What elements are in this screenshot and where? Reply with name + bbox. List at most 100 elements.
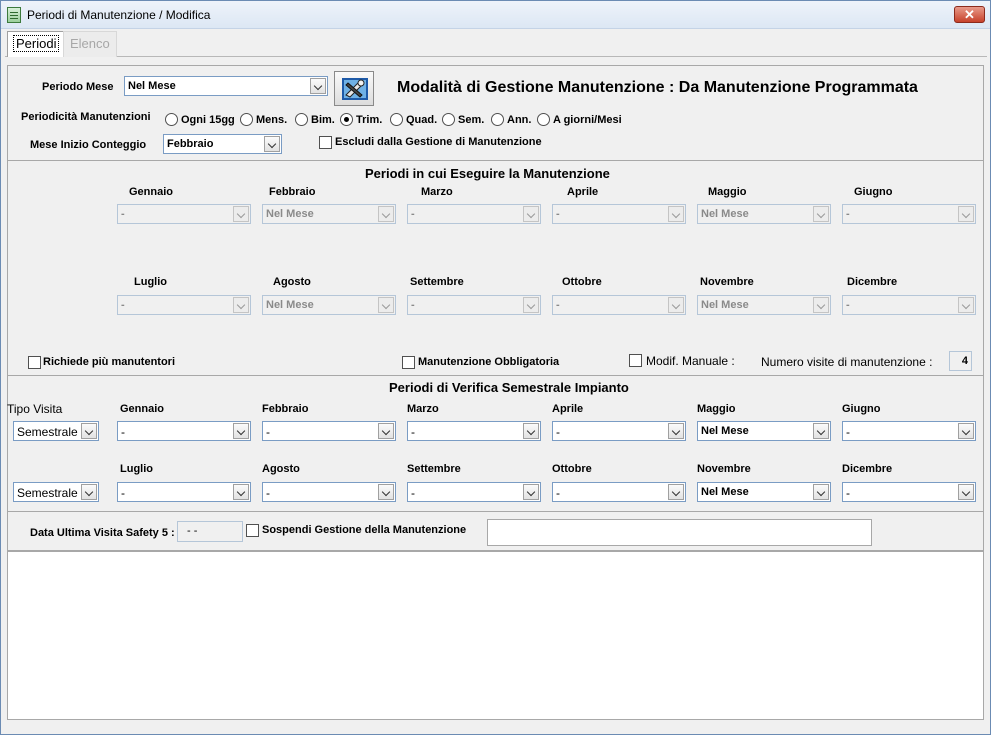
month-label: Gennaio [120,403,165,415]
chevron-down-icon[interactable] [668,423,684,439]
divider [7,160,984,161]
radio-ogni-15gg[interactable] [165,113,178,126]
chevron-down-icon [958,297,974,313]
periodo-mese-select[interactable]: Nel Mese [124,76,328,96]
radio-a-giorni-mesi[interactable] [537,113,550,126]
richiede-checkbox[interactable] [28,356,41,369]
tab-bar: Periodi Elenco [5,29,987,57]
window-title: Periodi di Manutenzione / Modifica [27,8,211,22]
chevron-down-icon[interactable] [378,484,394,500]
radio-label: Sem. [458,114,485,126]
periodo-value: Nel Mese [266,299,314,311]
tab-elenco[interactable]: Elenco [63,31,117,57]
periodo-select-marzo: - [407,204,541,224]
numero-visite-label: Numero visite di manutenzione : [761,355,933,369]
verifica-select-luglio[interactable]: - [117,482,251,502]
sospendi-checkbox[interactable] [246,524,259,537]
chevron-down-icon [378,297,394,313]
verifica-value: - [846,486,850,500]
radio-ann[interactable] [491,113,504,126]
periodo-select-febbraio: Nel Mese [262,204,396,224]
chevron-down-icon[interactable] [523,484,539,500]
month-label: Settembre [407,463,461,475]
chevron-down-icon[interactable] [264,136,280,152]
verifica-select-gennaio[interactable]: - [117,421,251,441]
chevron-down-icon[interactable] [813,423,829,439]
verifica-select-settembre[interactable]: - [407,482,541,502]
chevron-down-icon [813,297,829,313]
chevron-down-icon [523,297,539,313]
chevron-down-icon[interactable] [958,423,974,439]
maintenance-tools-button[interactable] [334,71,374,106]
radio-trim[interactable] [340,113,353,126]
chevron-down-icon [233,297,249,313]
verifica-select-ottobre[interactable]: - [552,482,686,502]
verifica-select-aprile[interactable]: - [552,421,686,441]
mese-inizio-value: Febbraio [167,138,214,150]
verifica-value: - [411,425,415,439]
data-ultima-field[interactable]: - - [177,521,243,542]
mese-inizio-select[interactable]: Febbraio [163,134,282,154]
radio-quad[interactable] [390,113,403,126]
month-label: Febbraio [269,186,316,198]
verifica-select-giugno[interactable]: - [842,421,976,441]
wrench-hammer-icon [342,78,368,100]
month-label: Giugno [854,186,893,198]
app-icon [7,7,21,23]
chevron-down-icon[interactable] [81,484,97,500]
tipo-visita-select-2[interactable]: Semestrale [13,482,99,502]
radio-label: Bim. [311,114,335,126]
month-label: Novembre [700,276,754,288]
verifica-select-dicembre[interactable]: - [842,482,976,502]
verifica-value: - [266,425,270,439]
radio-sem[interactable] [442,113,455,126]
month-label: Giugno [842,403,881,415]
modif-manuale-checkbox[interactable] [629,354,642,367]
tipo-visita-label: Tipo Visita [7,402,63,416]
periodo-select-dicembre: - [842,295,976,315]
tipo-visita-value: Semestrale [17,486,78,500]
chevron-down-icon[interactable] [813,484,829,500]
verifica-select-febbraio[interactable]: - [262,421,396,441]
periodi-esecuzione-title: Periodi in cui Eseguire la Manutenzione [365,166,610,181]
tab-periodi[interactable]: Periodi [7,31,66,57]
verifica-value: Nel Mese [701,486,749,498]
tipo-visita-select-1[interactable]: Semestrale [13,421,99,441]
periodo-value: Nel Mese [701,299,749,311]
data-ultima-label: Data Ultima Visita Safety 5 : [30,527,175,539]
chevron-down-icon[interactable] [81,423,97,439]
radio-mens[interactable] [240,113,253,126]
verifica-select-maggio[interactable]: Nel Mese [697,421,831,441]
periodicita-label: Periodicità Manutenzioni [21,111,151,123]
sospendi-note-field[interactable] [487,519,872,546]
chevron-down-icon[interactable] [233,423,249,439]
periodo-value: - [121,299,125,311]
month-label: Marzo [407,403,439,415]
chevron-down-icon[interactable] [310,78,326,94]
periodo-value: Nel Mese [266,208,314,220]
chevron-down-icon[interactable] [668,484,684,500]
title-bar: Periodi di Manutenzione / Modifica ✕ [1,1,990,29]
close-button[interactable]: ✕ [954,6,985,23]
chevron-down-icon[interactable] [233,484,249,500]
radio-label: Trim. [356,114,383,126]
chevron-down-icon [668,206,684,222]
chevron-down-icon [523,206,539,222]
periodo-value: - [556,208,560,220]
month-label: Agosto [262,463,300,475]
month-label: Marzo [421,186,453,198]
verifica-select-novembre[interactable]: Nel Mese [697,482,831,502]
divider [7,375,984,376]
verifica-value: - [121,486,125,500]
radio-bim[interactable] [295,113,308,126]
chevron-down-icon [668,297,684,313]
month-label: Febbraio [262,403,309,415]
verifica-select-marzo[interactable]: - [407,421,541,441]
escludi-checkbox[interactable] [319,136,332,149]
chevron-down-icon[interactable] [378,423,394,439]
chevron-down-icon[interactable] [523,423,539,439]
obbligatoria-checkbox[interactable] [402,356,415,369]
verifica-select-agosto[interactable]: - [262,482,396,502]
chevron-down-icon[interactable] [958,484,974,500]
month-label: Luglio [134,276,167,288]
